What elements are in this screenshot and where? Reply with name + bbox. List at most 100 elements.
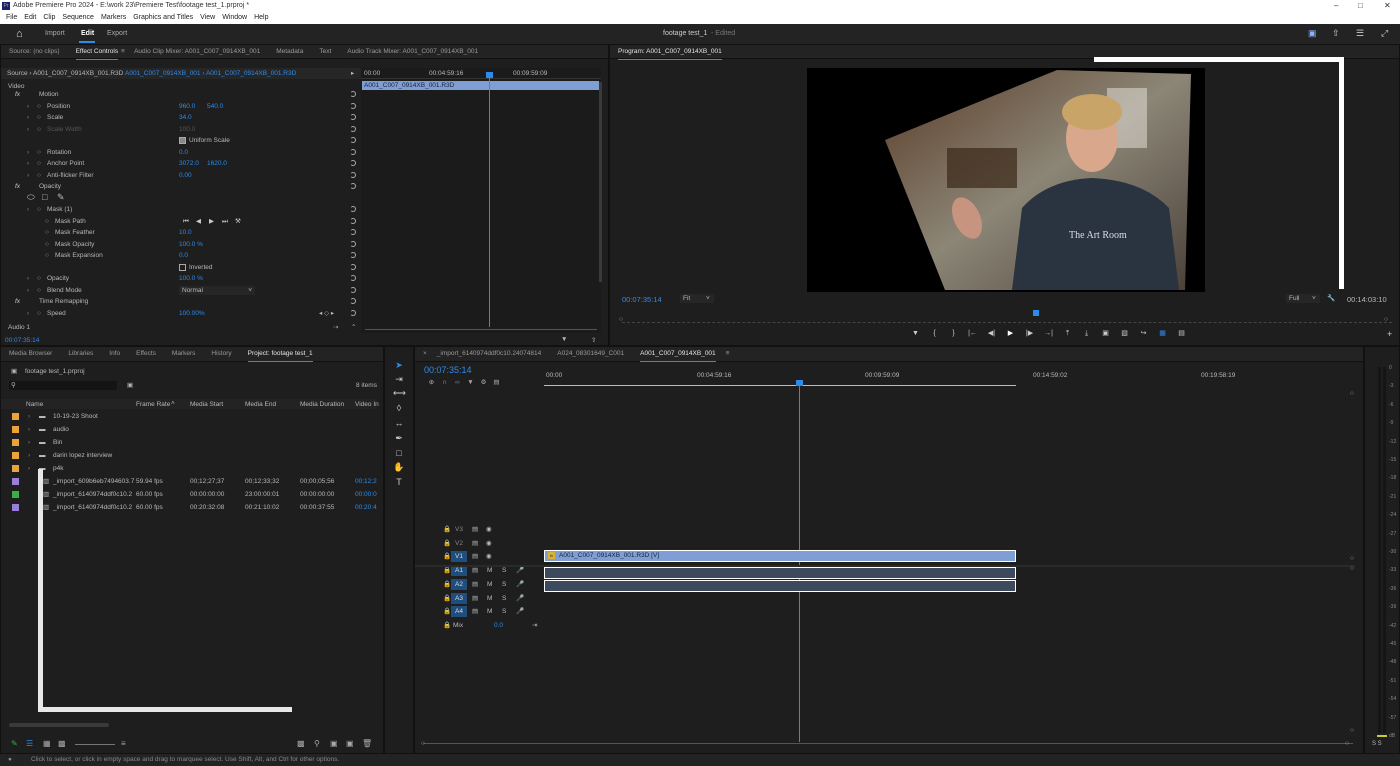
keyframe-nav-icon[interactable]: ◂ ◇ ▸ [319,308,334,319]
project-list-item[interactable]: › ▬ audio [1,423,377,436]
reset-icon[interactable] [350,240,356,247]
add-marker-icon[interactable]: ▼ [906,330,925,337]
label-color-swatch[interactable] [12,413,19,420]
step-back-icon[interactable]: ◀| [982,329,1001,337]
sort-ascending-icon[interactable]: ˄ [171,400,175,407]
project-list-item[interactable]: › ▬ 10-19-23 Shoot [1,410,377,423]
ellipse-mask-icon[interactable]: ⬭ [27,192,35,203]
stopwatch-icon[interactable]: ○ [37,308,41,319]
mute-button[interactable]: M [487,592,492,605]
film-icon[interactable]: ▤ [472,550,478,563]
expand-arrow-icon[interactable]: › [27,204,29,215]
mark-out-icon[interactable]: } [944,330,963,337]
vscroll-mid2-icon[interactable]: ○ [1350,565,1354,572]
captions-icon[interactable]: ▤ [490,378,503,386]
project-tab-0[interactable]: Media Browser [9,347,52,361]
ec-audio-expand-icon[interactable]: ⌃ [351,323,356,331]
scrubber-end-icon[interactable]: ○ [1384,316,1388,323]
lock-icon[interactable]: 🔒 [443,523,451,536]
work-area-bar[interactable] [544,385,1016,386]
menu-item-clip[interactable]: Clip [43,14,55,21]
col-name[interactable]: Name [26,401,43,408]
expand-arrow-icon[interactable]: › [27,101,29,112]
reset-icon[interactable] [350,171,356,178]
go-to-end-icon[interactable]: ⇥ [532,619,537,632]
reset-icon[interactable] [350,183,356,189]
reset-icon[interactable] [350,91,356,97]
ec-filter-icon[interactable]: ▼ [561,336,567,343]
stopwatch-icon[interactable]: ○ [37,204,41,215]
scrubber-start-icon[interactable]: ○ [619,316,623,323]
go-to-in-icon[interactable]: |← [963,330,982,337]
track-select-tool-icon[interactable]: ⇥ [393,373,405,385]
audio-clip-a1[interactable] [544,567,1016,579]
reset-icon[interactable] [350,252,356,258]
project-tab-3[interactable]: Effects [136,347,156,361]
panel-menu-icon[interactable]: ≡ [726,347,730,361]
fx-icon[interactable]: fx [15,89,20,100]
selection-tool-icon[interactable]: ➤ [393,359,405,371]
workspace-edit[interactable]: Edit [81,30,94,37]
ec-play-icon[interactable]: ▸ [351,69,354,77]
quick-export-icon[interactable]: ▣ [1308,28,1317,39]
expand-arrow-icon[interactable]: › [27,308,29,319]
lock-icon[interactable]: 🔒 [443,619,451,632]
eye-icon[interactable]: ◉ [486,550,492,563]
fx-icon[interactable]: fx [15,296,20,307]
lock-icon[interactable]: 🔒 [443,592,451,605]
program-playhead[interactable] [1033,310,1039,316]
ec-export-icon[interactable]: ⇧ [591,336,596,344]
tab-top-left-4[interactable]: Text [319,45,331,59]
reset-icon[interactable] [350,229,356,235]
blend-mode-select[interactable]: Normal ˅ [179,285,255,295]
menu-item-file[interactable]: File [6,14,17,21]
expand-arrow-icon[interactable]: › [28,423,30,436]
ec-property-value[interactable]: 0.0 [179,250,188,261]
stopwatch-icon[interactable]: ○ [37,285,41,296]
stopwatch-icon[interactable]: ○ [37,147,41,158]
close-icon[interactable]: × [423,347,427,361]
home-icon[interactable]: ⌂ [16,28,23,40]
col-media-end[interactable]: Media End [245,401,276,408]
project-list-item[interactable]: ▥ _import_6140974ddf0c10.2 60.00 fps 00:00:… [1,488,377,501]
vscroll-mid-icon[interactable]: ○ [1350,555,1354,562]
timeline-ruler[interactable]: 00:00 00:04:59:16 00:09:59:09 00:14:59:0… [544,367,1354,387]
pen-mask-icon[interactable]: ✎ [57,192,65,203]
project-search[interactable]: ⚲ [9,381,117,390]
col-media-start[interactable]: Media Start [190,401,223,408]
panel-menu-icon[interactable]: ≡ [121,45,125,59]
stopwatch-icon[interactable]: ○ [45,250,49,261]
sort-icons-icon[interactable]: ≡ [121,739,126,748]
film-icon[interactable]: ▤ [472,523,478,536]
reset-icon[interactable] [350,217,356,224]
export-frame-icon[interactable]: ▣ [1096,329,1115,337]
expand-arrow-icon[interactable]: › [28,410,30,423]
project-list-item[interactable]: ▥ _import_6140974ddf0c10.2 60.00 fps 00:20:… [1,501,377,514]
film-icon[interactable]: ▤ [472,537,478,550]
snap-icon[interactable]: ∩ [438,379,451,386]
ec-property-value[interactable]: 34.0 [179,112,192,123]
ec-property-value[interactable]: 0.0 [179,147,188,158]
timeline-tab-0[interactable]: _import_6140974ddf0c10.24074814 [437,347,541,361]
ec-property-value[interactable]: 10.0 [179,227,192,238]
maximize-icon[interactable]: □ [1358,1,1363,10]
ec-scrollbar[interactable] [599,82,602,282]
stopwatch-icon[interactable]: ○ [45,227,49,238]
comparison-icon[interactable]: ▧ [1115,329,1134,337]
stopwatch-icon[interactable]: ○ [37,101,41,112]
track-target[interactable]: V2 [451,538,467,549]
project-tab-2[interactable]: Info [109,347,120,361]
tab-top-left-0[interactable]: Source: (no clips) [9,45,60,59]
linked-selection-icon[interactable]: ∞ [451,379,464,386]
expand-arrow-icon[interactable]: › [28,436,30,449]
expand-arrow-icon[interactable]: › [28,449,30,462]
track-target[interactable]: A3 [451,592,467,604]
expand-arrow-icon[interactable]: › [27,112,29,123]
col-video-in[interactable]: Video In [355,401,379,408]
find-icon[interactable]: ⚲ [314,739,320,748]
program-scrubber[interactable] [622,310,1392,323]
icon-view-icon[interactable]: ▦ [43,739,51,748]
label-color-swatch[interactable] [12,504,19,511]
timeline-tab-2[interactable]: A001_C007_0914XB_001 [640,347,716,362]
lock-icon[interactable]: 🔒 [443,537,451,550]
